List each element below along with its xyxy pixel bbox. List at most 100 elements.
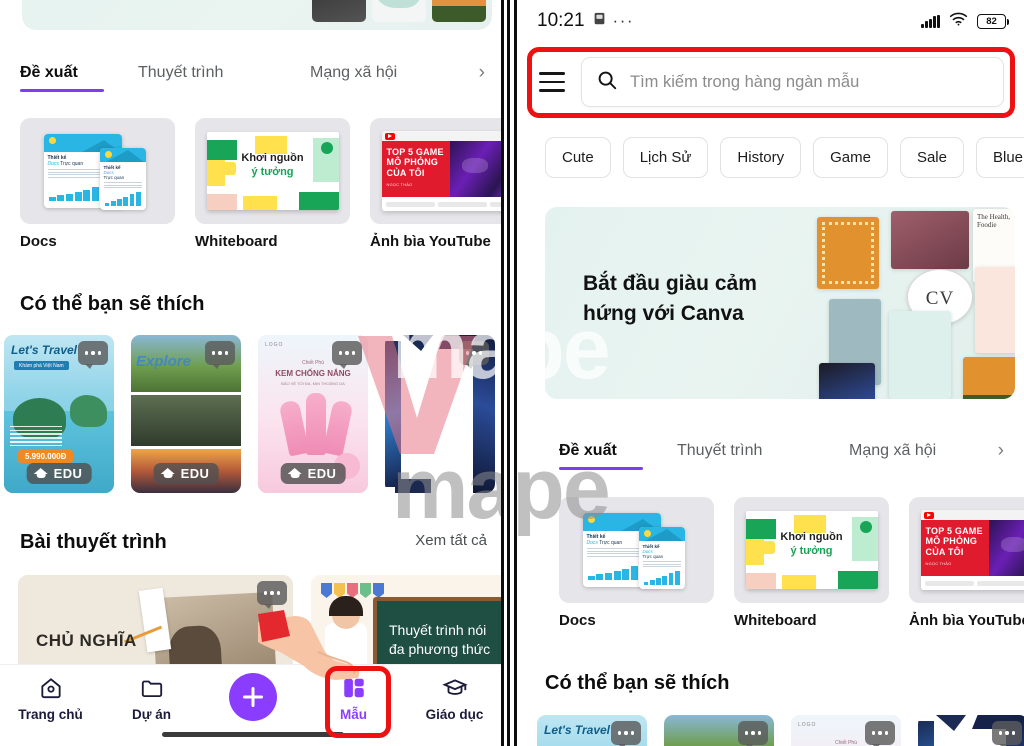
right-phone-border <box>514 0 517 746</box>
search-input[interactable]: Tìm kiếm trong hàng ngàn mẫu <box>581 57 1004 107</box>
graduation-cap-icon <box>33 468 49 479</box>
card-options-icon[interactable] <box>459 341 489 369</box>
card-options-icon[interactable] <box>738 721 768 746</box>
active-tab-underline <box>559 467 643 470</box>
more-icon: ··· <box>612 11 635 30</box>
docs-art-line2: Trực quan <box>58 161 84 167</box>
right-phone-screenshot: 10:21 ··· 82 Tìm kiếm trong hàng ngàn mẫ… <box>519 0 1024 746</box>
chip-blue[interactable]: Blue <box>975 137 1024 178</box>
hamburger-icon[interactable] <box>539 72 565 92</box>
category-label-youtube: Ảnh bìa YouTube <box>909 612 1024 629</box>
category-card-row[interactable]: Thiết kế Docs Trực quan Thiết kế Docs Tr… <box>0 118 505 250</box>
collage-mini-1 <box>312 0 366 22</box>
category-card-row[interactable]: Thiết kế Docs Trực quan Thiết kế Docs Tr… <box>519 497 1024 629</box>
card-options-icon[interactable] <box>992 721 1022 746</box>
category-label-whiteboard: Whiteboard <box>195 233 278 250</box>
pres-b-line1: Thuyết trình nói <box>389 622 487 638</box>
youtube-thumbnail: TOP 5 GAME MÔ PHỎNG CỦA TÔI NGỌC THẢO <box>909 497 1024 603</box>
docs-art-docs-word: Docs <box>47 161 59 167</box>
card-options-icon[interactable] <box>611 721 641 746</box>
left-phone-border-inner <box>507 0 510 746</box>
nav-item-education[interactable]: Giáo dục <box>404 675 505 722</box>
like-card-row[interactable]: Let's Travel LOGO Chiết Phù <box>533 715 1024 746</box>
category-card-whiteboard[interactable]: Khơi nguồn ý tưởng Whiteboard <box>734 497 889 629</box>
sunscreen-logo: LOGO <box>265 342 284 348</box>
category-label-youtube: Ảnh bìa YouTube <box>370 233 491 250</box>
nav-item-home[interactable]: Trang chủ <box>0 675 101 722</box>
like-card-mountain[interactable]: Explore EDU <box>131 335 241 493</box>
docs-thumbnail: Thiết kế Docs Trực quan Thiết kế Docs Tr… <box>20 118 175 224</box>
tab-thuyet-trinh[interactable]: Thuyết trình <box>677 442 849 460</box>
section-title-like: Có thể bạn sẽ thích <box>545 672 730 694</box>
mountain-card-title: Explore <box>136 353 192 370</box>
wifi-icon <box>949 12 968 31</box>
nav-label-templates: Mẫu <box>340 707 367 722</box>
tab-mang-xa-hoi[interactable]: Mạng xã hội <box>849 442 936 460</box>
presentation-card-title: CHỦ NGHĨA <box>36 631 137 650</box>
nav-label-education: Giáo dục <box>425 707 484 722</box>
travel-card-subtitle: Khám phá Việt Nam <box>14 361 69 370</box>
status-bar: 10:21 ··· 82 <box>519 0 1024 42</box>
hero-banner-tail <box>22 0 492 30</box>
collage-item-5 <box>975 267 1015 353</box>
like-card-blue-frame[interactable] <box>918 715 1024 746</box>
category-label-docs: Docs <box>20 233 57 250</box>
category-card-docs[interactable]: Thiết kế Docs Trực quan Thiết kế Docs Tr… <box>559 497 714 629</box>
active-tab-underline <box>20 89 104 92</box>
chip-game[interactable]: Game <box>813 137 888 178</box>
tab-mang-xa-hoi[interactable]: Mạng xã hội <box>310 64 397 82</box>
chevron-right-icon[interactable]: › <box>998 440 1004 462</box>
tab-de-xuat[interactable]: Đề xuất <box>559 442 677 460</box>
like-card-travel[interactable]: Let's Travel <box>537 715 647 746</box>
collage-item-1 <box>817 217 879 289</box>
folder-icon <box>139 675 165 701</box>
edu-badge: EDU <box>153 463 219 484</box>
yt-art-line2: MÔ PHỎNG <box>386 157 439 168</box>
category-card-youtube[interactable]: TOP 5 GAME MÔ PHỎNG CỦA TÔI NGỌC THẢO Ảnh b… <box>909 497 1024 629</box>
status-clock: 10:21 <box>537 10 585 31</box>
left-phone-border <box>501 0 504 746</box>
category-card-whiteboard[interactable]: Khơi nguồn ý tưởng Whiteboard <box>195 118 350 250</box>
like-card-row[interactable]: Let's Travel Khám phá Việt Nam 5.990.000… <box>0 335 495 493</box>
edu-badge: EDU <box>26 463 92 484</box>
chip-lich-su[interactable]: Lịch Sử <box>622 137 709 178</box>
whiteboard-art-line1: Khơi nguồn <box>241 152 304 164</box>
category-chip-row[interactable]: Cute Lịch Sử History Game Sale Blue <box>519 137 1024 178</box>
chip-history[interactable]: History <box>720 137 802 178</box>
like-card-blue-frame[interactable] <box>385 335 495 493</box>
battery-icon: 82 <box>977 13 1010 29</box>
nav-label-projects: Dự án <box>131 707 172 722</box>
section-title-presentation: Bài thuyết trình <box>20 531 167 553</box>
tab-thuyet-trinh[interactable]: Thuyết trình <box>138 64 310 82</box>
pres-b-line2: đa phương thức <box>389 640 491 657</box>
card-options-icon[interactable] <box>205 341 235 369</box>
like-card-travel[interactable]: Let's Travel Khám phá Việt Nam 5.990.000… <box>4 335 114 493</box>
hero-collage-minis <box>312 0 486 22</box>
search-bar[interactable]: Tìm kiếm trong hàng ngàn mẫu <box>519 52 1024 112</box>
hero-banner[interactable]: Bắt đầu giàu cảm hứng với Canva The Healt… <box>545 207 1015 399</box>
nav-item-projects[interactable]: Dự án <box>101 675 202 722</box>
edu-badge-label: EDU <box>53 466 83 481</box>
category-card-docs[interactable]: Thiết kế Docs Trực quan Thiết kế Docs Tr… <box>20 118 175 250</box>
whiteboard-thumbnail: Khơi nguồn ý tưởng <box>195 118 350 224</box>
section-title-like: Có thể bạn sẽ thích <box>20 293 205 315</box>
chip-sale[interactable]: Sale <box>899 137 964 178</box>
card-options-icon[interactable] <box>257 581 287 609</box>
like-card-sunscreen[interactable]: LOGO Chiết Phù KEM CHỐNG NẮNG BẢO VỆ TỐI… <box>258 335 368 493</box>
search-placeholder-text: Tìm kiếm trong hàng ngàn mẫu <box>630 72 860 91</box>
chevron-right-icon[interactable]: › <box>479 62 485 84</box>
see-all-link[interactable]: Xem tất cả <box>415 532 487 549</box>
pointing-hand-illustration <box>258 608 378 688</box>
yt-art-line3: CỦA TÔI <box>386 167 425 178</box>
card-options-icon[interactable] <box>332 341 362 369</box>
chip-cute[interactable]: Cute <box>545 137 611 178</box>
like-card-sunscreen[interactable]: LOGO Chiết Phù <box>791 715 901 746</box>
like-card-mountain[interactable] <box>664 715 774 746</box>
card-options-icon[interactable] <box>78 341 108 369</box>
tab-de-xuat[interactable]: Đề xuất <box>20 64 138 82</box>
card-options-icon[interactable] <box>865 721 895 746</box>
category-card-youtube[interactable]: TOP 5 GAME MÔ PHỎNG CỦA TÔI NGỌC THẢO Ản… <box>370 118 505 250</box>
collage-item-8 <box>819 363 875 399</box>
sunscreen-t3: BẢO VỆ TỐI ĐA, MỊN THOÁNG DA <box>281 381 345 386</box>
sim-icon <box>593 11 606 31</box>
